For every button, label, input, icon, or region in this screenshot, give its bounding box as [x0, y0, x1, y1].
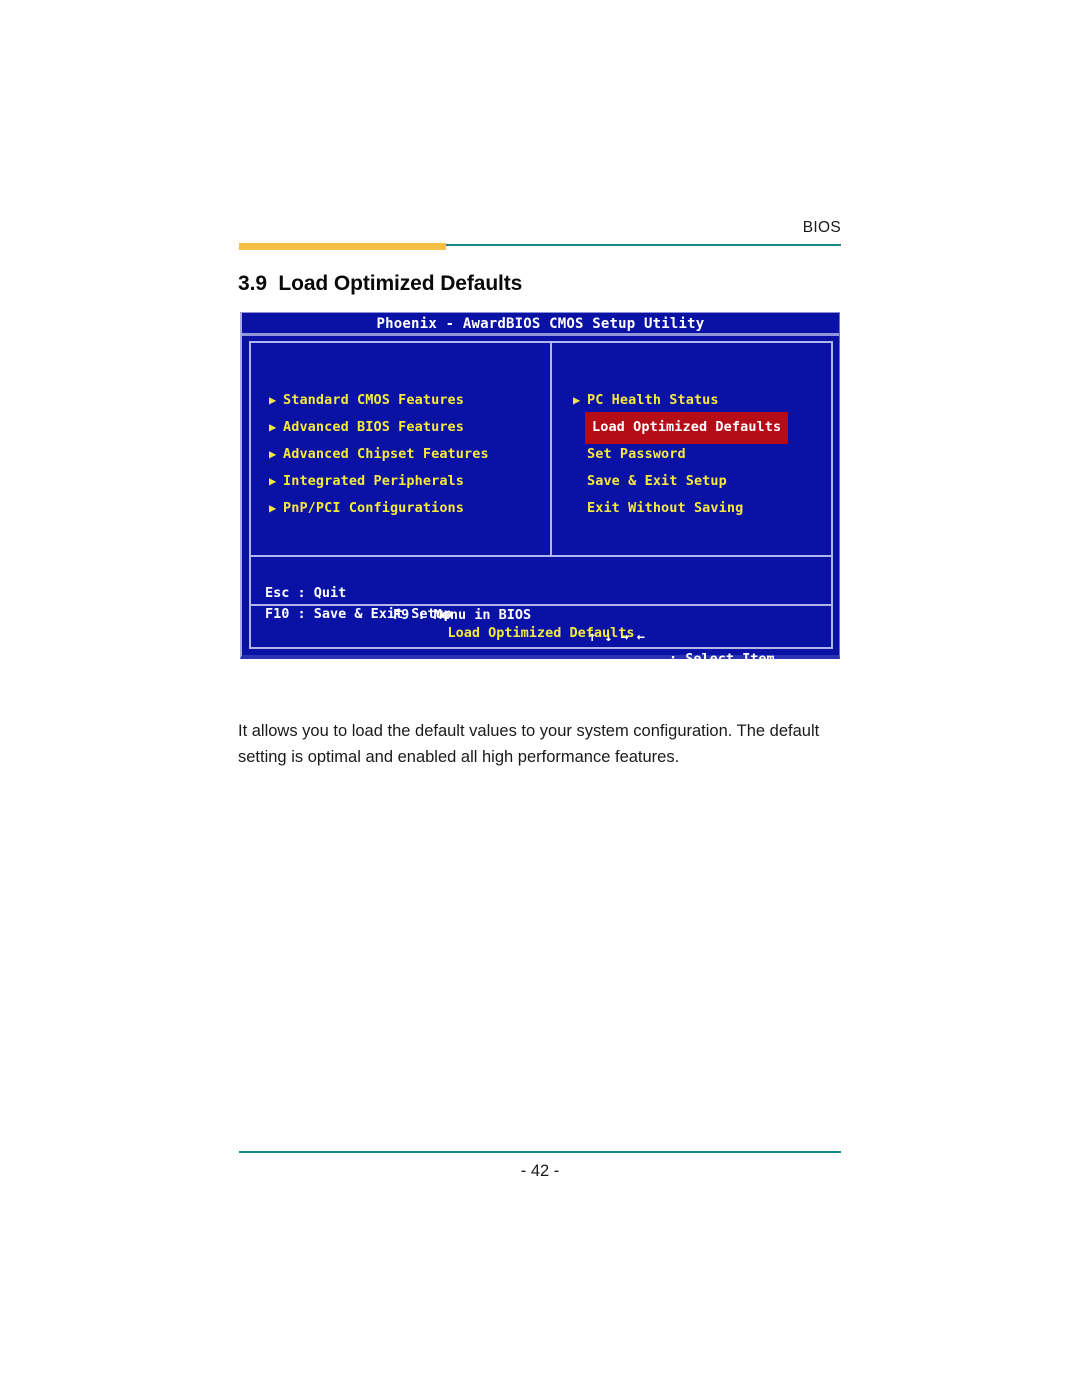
bios-menu-area: ▶ Standard CMOS Features ▶ Advanced BIOS…: [251, 343, 831, 557]
document-page: BIOS 3.9 Load Optimized Defaults Phoenix…: [0, 0, 1080, 1397]
bios-menu-item-label: PnP/PCI Configurations: [283, 500, 465, 516]
triangle-bullet-icon: ▶: [573, 393, 581, 407]
bios-menu-item-pc-health-status[interactable]: ▶ PC Health Status: [552, 387, 831, 414]
bios-menu-item-label: Advanced Chipset Features: [283, 446, 489, 462]
bios-menu-item-label: PC Health Status: [587, 392, 719, 408]
bios-menu-item-save-and-exit-setup[interactable]: Save & Exit Setup: [552, 468, 831, 495]
header-rule-orange: [239, 243, 446, 250]
page-header: BIOS: [239, 219, 841, 250]
bios-status-message: Load Optimized Defaults: [447, 625, 635, 641]
triangle-bullet-icon: ▶: [269, 393, 277, 407]
bios-menu-item-standard-cmos-features[interactable]: ▶ Standard CMOS Features: [251, 387, 550, 414]
bios-status-area: Load Optimized Defaults: [251, 606, 831, 647]
bios-right-menu-list: ▶ PC Health Status Load Optimized Defaul…: [552, 387, 831, 522]
bios-menu-item-label: Set Password: [587, 446, 686, 462]
bios-help-row-secondary: F10 : Save & Exit Setup: [265, 581, 831, 622]
body-paragraph: It allows you to load the default values…: [238, 722, 820, 766]
bios-menu-item-label: Save & Exit Setup: [587, 473, 727, 489]
bios-screen-body: ▶ Standard CMOS Features ▶ Advanced BIOS…: [249, 341, 833, 667]
bios-menu-item-advanced-chipset-features[interactable]: ▶ Advanced Chipset Features: [251, 441, 550, 468]
bios-menu-item-integrated-peripherals[interactable]: ▶ Integrated Peripherals: [251, 468, 550, 495]
bios-menu-item-advanced-bios-features[interactable]: ▶ Advanced BIOS Features: [251, 414, 550, 441]
bios-menu-item-label: Exit Without Saving: [587, 500, 744, 516]
bios-menu-item-label: Advanced BIOS Features: [283, 419, 465, 435]
bios-menu-item-set-password[interactable]: Set Password: [552, 441, 831, 468]
bios-help-select-item: : Select Item: [669, 651, 775, 667]
bios-menu-item-load-optimized-defaults[interactable]: Load Optimized Defaults: [552, 411, 831, 444]
footer-rule: [239, 1151, 841, 1153]
bios-help-bar: Esc : Quit F9 : Menu in BIOS ↑ ↓ → ← : S…: [251, 557, 831, 667]
bios-menu-item-label: Standard CMOS Features: [283, 392, 465, 408]
bios-menu-item-pnp-pci-configurations[interactable]: ▶ PnP/PCI Configurations: [251, 495, 550, 522]
bios-help-row-primary: Esc : Quit F9 : Menu in BIOS ↑ ↓ → ← : S…: [265, 560, 831, 667]
bios-menu-item-label-selected: Load Optimized Defaults: [585, 411, 789, 444]
bios-setup-screenshot: Phoenix - AwardBIOS CMOS Setup Utility ▶…: [240, 312, 840, 667]
page-title: 3.9 Load Optimized Defaults: [238, 272, 523, 295]
bios-menu-item-label: Integrated Peripherals: [283, 473, 465, 489]
bios-left-menu-column: ▶ Standard CMOS Features ▶ Advanced BIOS…: [251, 343, 552, 555]
triangle-bullet-icon: ▶: [269, 420, 277, 434]
header-rule: [239, 243, 841, 250]
header-section-label: BIOS: [802, 219, 841, 236]
page-number: - 42 -: [520, 1162, 560, 1180]
bios-left-menu-list: ▶ Standard CMOS Features ▶ Advanced BIOS…: [251, 387, 550, 522]
bios-right-menu-column: ▶ PC Health Status Load Optimized Defaul…: [552, 343, 831, 555]
bios-title-bar: Phoenix - AwardBIOS CMOS Setup Utility: [242, 313, 839, 336]
triangle-bullet-icon: ▶: [269, 474, 277, 488]
triangle-bullet-icon: ▶: [269, 447, 277, 461]
bios-menu-item-exit-without-saving[interactable]: Exit Without Saving: [552, 495, 831, 522]
triangle-bullet-icon: ▶: [269, 501, 277, 515]
